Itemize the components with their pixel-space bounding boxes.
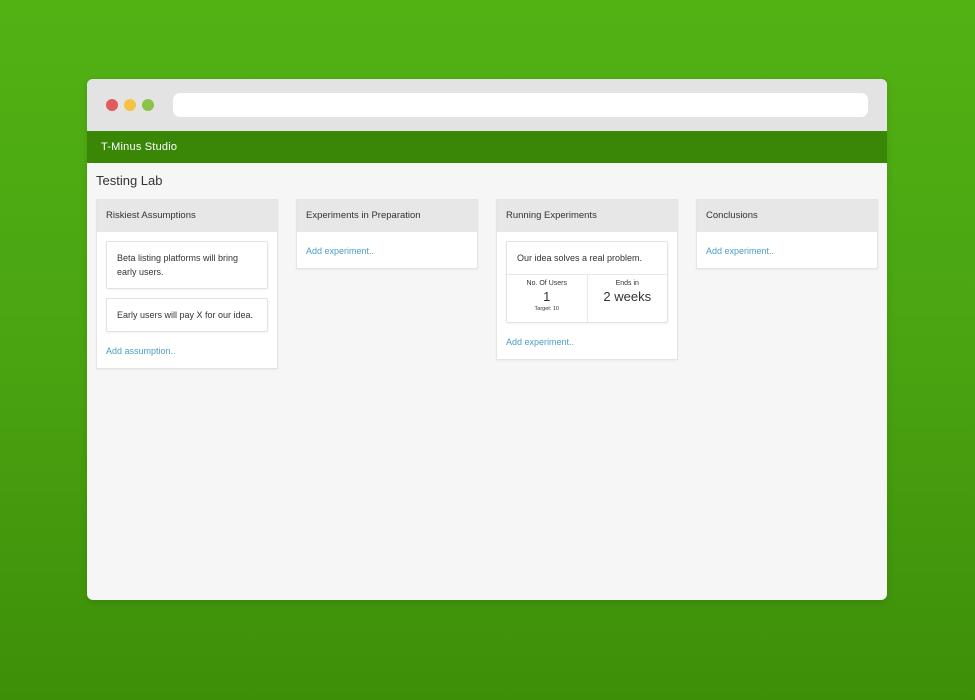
minimize-window-button[interactable] [124, 99, 136, 111]
address-bar[interactable] [173, 93, 868, 117]
column-conclusions: Conclusions Add experiment.. [696, 199, 878, 269]
column-header: Conclusions [697, 200, 877, 232]
app-header: T-Minus Studio [87, 131, 887, 163]
column-header: Riskiest Assumptions [97, 200, 277, 232]
experiment-card[interactable]: Our idea solves a real problem. No. Of U… [506, 241, 668, 323]
assumption-card[interactable]: Beta listing platforms will bring early … [106, 241, 268, 289]
users-target-label: Target: 10 [534, 306, 559, 312]
column-body: Our idea solves a real problem. No. Of U… [497, 232, 677, 359]
users-stat-label: No. Of Users [526, 280, 567, 287]
column-experiments-in-preparation: Experiments in Preparation Add experimen… [296, 199, 478, 269]
ends-in-stat: Ends in 2 weeks [586, 275, 668, 322]
add-experiment-link[interactable]: Add experiment.. [306, 246, 374, 256]
ends-in-label: Ends in [615, 280, 639, 287]
close-window-button[interactable] [106, 99, 118, 111]
maximize-window-button[interactable] [142, 99, 154, 111]
add-assumption-link[interactable]: Add assumption.. [106, 346, 176, 356]
column-header: Experiments in Preparation [297, 200, 477, 232]
column-body: Beta listing platforms will bring early … [97, 232, 277, 368]
browser-window: T-Minus Studio Testing Lab Riskiest Assu… [87, 79, 887, 600]
browser-chrome [87, 79, 887, 131]
experiment-title: Our idea solves a real problem. [507, 242, 667, 275]
add-experiment-link[interactable]: Add experiment.. [506, 337, 574, 347]
app-brand[interactable]: T-Minus Studio [101, 141, 177, 153]
assumption-card[interactable]: Early users will pay X for our idea. [106, 298, 268, 332]
column-header: Running Experiments [497, 200, 677, 232]
column-body: Add experiment.. [697, 232, 877, 268]
experiment-stats: No. Of Users 1 Target: 10 Ends in 2 week… [507, 275, 667, 322]
column-running-experiments: Running Experiments Our idea solves a re… [496, 199, 678, 360]
users-stat-value: 1 [543, 289, 551, 304]
page-title: Testing Lab [96, 173, 163, 188]
ends-in-value: 2 weeks [603, 289, 652, 304]
users-stat: No. Of Users 1 Target: 10 [507, 275, 587, 322]
column-body: Add experiment.. [297, 232, 477, 268]
add-experiment-link[interactable]: Add experiment.. [706, 246, 774, 256]
column-riskiest-assumptions: Riskiest Assumptions Beta listing platfo… [96, 199, 278, 369]
